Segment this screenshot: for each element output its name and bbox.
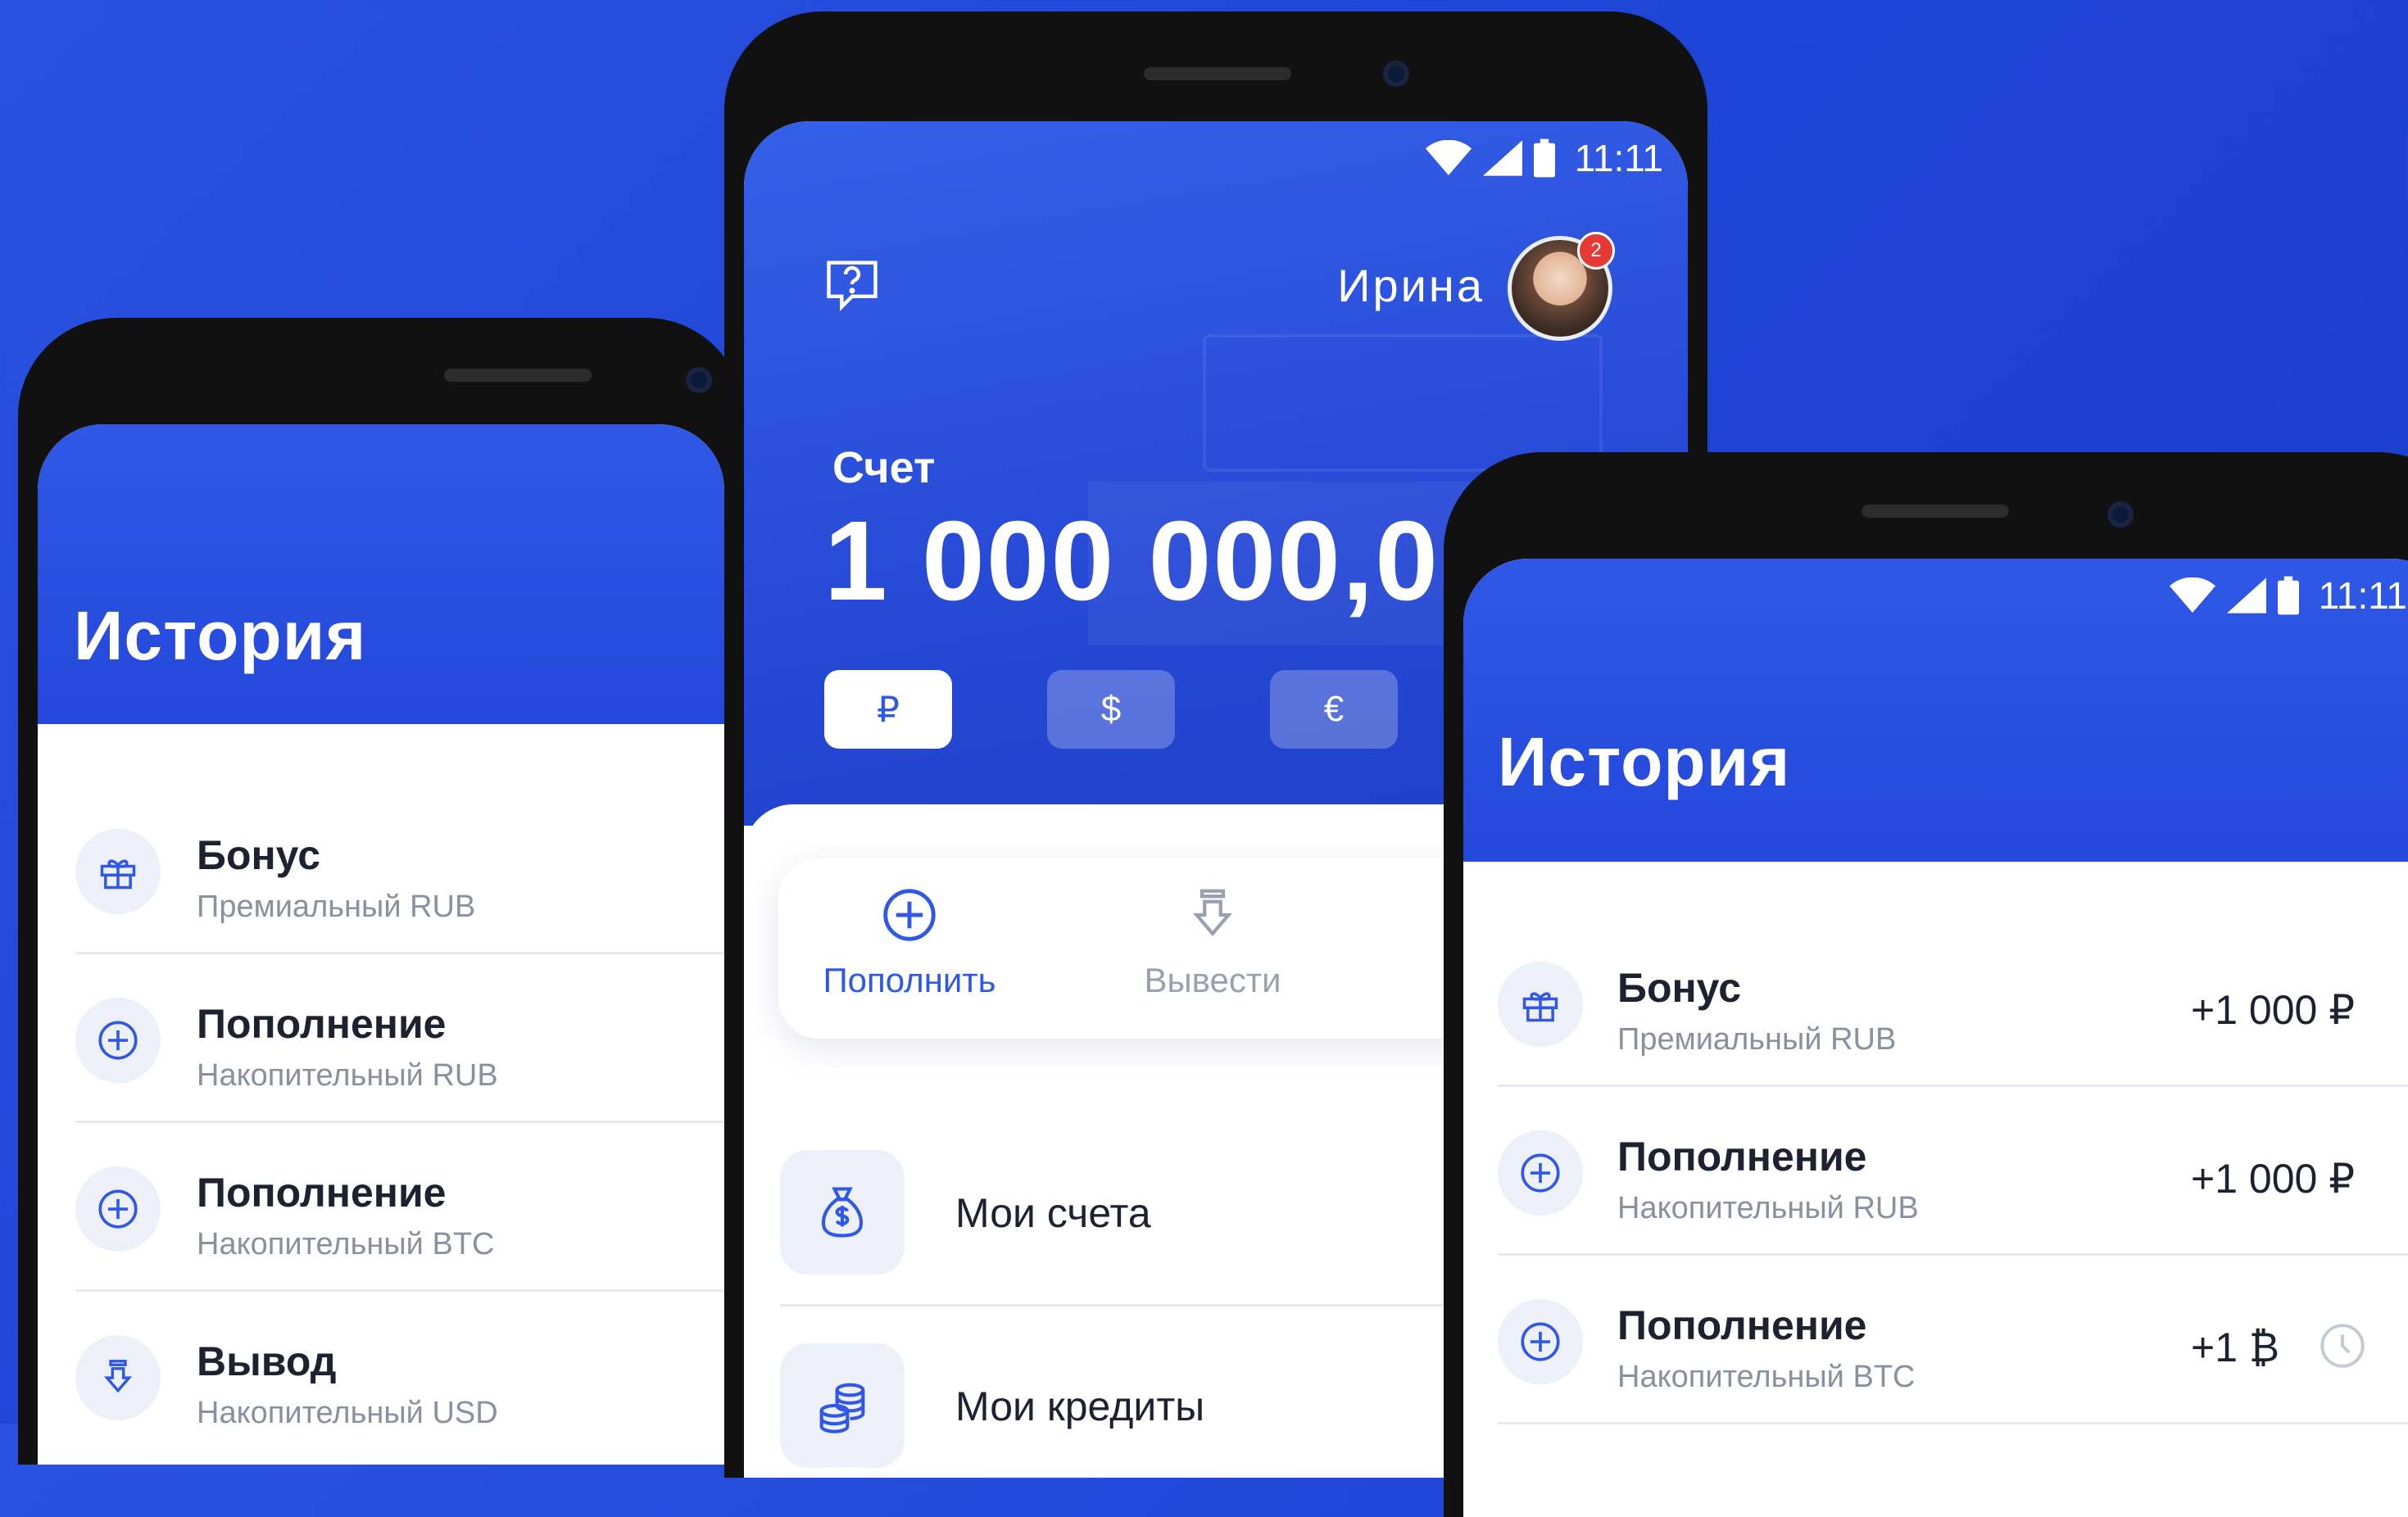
item-title: Пополнение [197, 1170, 447, 1216]
item-subtitle: Премиальный RUB [1617, 1022, 1897, 1057]
item-subtitle: Накопительный BTC [197, 1227, 495, 1261]
history-header: История [38, 424, 724, 724]
phone-speaker [1862, 505, 2009, 518]
item-amount: +1 000 ₽ [2191, 1156, 2356, 1202]
left-phone: История Бонус Премиальный RUB Пополнение… [18, 318, 744, 1465]
money-bag-icon [780, 1150, 905, 1275]
item-title: Пополнение [1617, 1302, 1867, 1348]
plus-circle-icon [75, 998, 161, 1083]
menu-item-label: Мои кредиты [955, 1383, 1205, 1429]
deposit-action-button[interactable]: Пополнить [811, 883, 1008, 1000]
action-label: Вывести [1144, 961, 1281, 999]
status-time: 11:11 [1574, 137, 1663, 179]
phone-camera [2107, 501, 2134, 528]
menu-item-label: Мои счета [955, 1190, 1151, 1236]
item-title: Вывод [197, 1338, 337, 1384]
list-item[interactable]: Пополнение Накопительный RUB +1 000 ₽ [1463, 1088, 2408, 1257]
balance-amount: 1 000 000,00 [824, 498, 1504, 624]
action-label: Пополнить [823, 961, 996, 999]
withdraw-action-button[interactable]: Вывести [1114, 883, 1311, 1000]
notification-badge: 2 [1577, 232, 1615, 269]
phone-camera [686, 367, 712, 393]
status-bar: 11:11 [1425, 136, 1663, 180]
currency-rub-button[interactable]: ₽ [824, 670, 952, 749]
list-item[interactable]: Пополнение Накопительный BTC +1 ₿ [1463, 1257, 2408, 1425]
page-title: История [74, 597, 367, 674]
plus-circle-icon [1498, 1130, 1583, 1216]
currency-usd-button[interactable]: $ [1047, 670, 1175, 749]
status-time: 11:11 [2318, 574, 2407, 617]
user-name[interactable]: Ирина [1337, 259, 1485, 312]
divider [75, 1121, 724, 1123]
list-item[interactable]: Вывод Накопительный USD [38, 1293, 724, 1461]
list-item[interactable]: Бонус Премиальный RUB +1 000 ₽ [1463, 919, 2408, 1088]
withdraw-icon [75, 1335, 161, 1420]
phone-speaker [1144, 67, 1291, 80]
wifi-icon [2169, 577, 2215, 613]
phone-camera [1383, 61, 1409, 87]
gift-icon [1498, 962, 1583, 1047]
right-phone: 11:11 История Бонус Премиальный RUB +1 0… [1444, 452, 2408, 1517]
item-amount: +1 000 ₽ [2191, 987, 2356, 1033]
plus-circle-icon [883, 889, 936, 941]
battery-icon [2277, 576, 2299, 615]
clock-pending-icon [2315, 1319, 2369, 1377]
item-title: Пополнение [197, 1001, 447, 1047]
page-title: История [1498, 723, 1791, 800]
divider [1498, 1085, 2408, 1087]
withdraw-icon [1192, 889, 1233, 936]
plus-circle-icon [1498, 1299, 1583, 1384]
divider [75, 1289, 724, 1292]
divider [75, 952, 724, 954]
signal-icon [1482, 140, 1522, 176]
item-subtitle: Накопительный USD [197, 1396, 498, 1430]
phone-speaker [444, 369, 592, 382]
left-screen: История Бонус Премиальный RUB Пополнение… [38, 424, 724, 1465]
coins-stack-icon [780, 1343, 905, 1468]
item-title: Бонус [197, 832, 321, 878]
item-subtitle: Накопительный RUB [1617, 1191, 1919, 1225]
currency-eur-button[interactable]: € [1270, 670, 1398, 749]
history-header: 11:11 История [1463, 559, 2408, 862]
item-title: Бонус [1617, 965, 1742, 1011]
right-screen: 11:11 История Бонус Премиальный RUB +1 0… [1463, 559, 2408, 1517]
signal-icon [2226, 577, 2266, 614]
list-item[interactable]: Бонус Премиальный RUB [38, 786, 724, 955]
list-item[interactable]: Пополнение Накопительный BTC [38, 1124, 724, 1293]
gift-icon [75, 829, 161, 914]
avatar[interactable]: 2 [1508, 232, 1615, 341]
wifi-icon [1425, 140, 1472, 175]
help-chat-icon[interactable] [821, 252, 883, 319]
list-item[interactable]: Пополнение Накопительный RUB [38, 955, 724, 1124]
item-subtitle: Накопительный RUB [197, 1058, 498, 1093]
item-title: Пополнение [1617, 1134, 1867, 1180]
item-subtitle: Премиальный RUB [197, 890, 476, 924]
status-bar: 11:11 [2169, 573, 2407, 618]
item-subtitle: Накопительный BTC [1617, 1360, 1916, 1394]
battery-icon [1533, 138, 1555, 178]
background-decoration [1203, 334, 1603, 472]
plus-circle-icon [75, 1166, 161, 1252]
account-label: Счет [832, 443, 936, 492]
item-amount: +1 ₿ [2191, 1325, 2279, 1370]
divider [1498, 1253, 2408, 1256]
